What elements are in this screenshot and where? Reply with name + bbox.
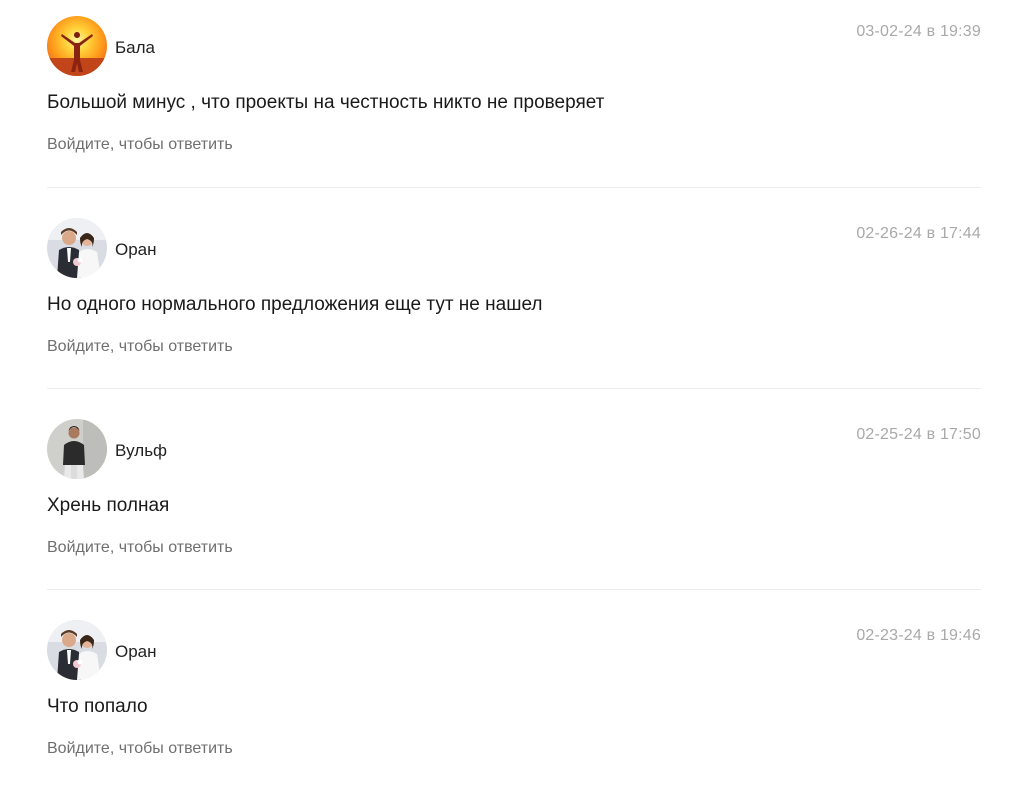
- comment-date: 02-25-24 в 17:50: [856, 426, 981, 443]
- login-to-reply-link[interactable]: Войдите, чтобы ответить: [47, 338, 233, 356]
- man-portrait-avatar-icon: [47, 419, 107, 479]
- comment-text: Большой минус , что проекты на честность…: [47, 92, 605, 113]
- comment-item: Бала 03-02-24 в 19:39 Большой минус , чт…: [47, 0, 981, 187]
- wedding-couple-avatar-icon: [47, 218, 107, 278]
- comment-date: 02-23-24 в 19:46: [856, 627, 981, 644]
- author-name[interactable]: Оран: [115, 240, 157, 260]
- comment-text: Но одного нормального предложения еще ту…: [47, 294, 543, 315]
- avatar[interactable]: [47, 218, 107, 278]
- comment-text: Хрень полная: [47, 495, 170, 516]
- wedding-couple-avatar-icon: [47, 620, 107, 680]
- comment-date: 03-02-24 в 19:39: [856, 23, 981, 40]
- author-name[interactable]: Бала: [115, 38, 155, 58]
- avatar[interactable]: [47, 16, 107, 76]
- avatar[interactable]: [47, 419, 107, 479]
- comment-text: Что попало: [47, 696, 148, 717]
- comment-date: 02-26-24 в 17:44: [856, 225, 981, 242]
- author-name[interactable]: Вульф: [115, 441, 167, 461]
- comment-item: Вульф 02-25-24 в 17:50 Хрень полная Войд…: [47, 388, 981, 589]
- avatar[interactable]: [47, 620, 107, 680]
- sunset-person-avatar-icon: [47, 16, 107, 76]
- login-to-reply-link[interactable]: Войдите, чтобы ответить: [47, 539, 233, 557]
- comment-item: Оран 02-26-24 в 17:44 Но одного нормальн…: [47, 187, 981, 388]
- comment-item: Оран 02-23-24 в 19:46 Что попало Войдите…: [47, 589, 981, 790]
- comments-list: Бала 03-02-24 в 19:39 Большой минус , чт…: [47, 0, 981, 790]
- login-to-reply-link[interactable]: Войдите, чтобы ответить: [47, 136, 233, 154]
- author-name[interactable]: Оран: [115, 642, 157, 662]
- login-to-reply-link[interactable]: Войдите, чтобы ответить: [47, 740, 233, 758]
